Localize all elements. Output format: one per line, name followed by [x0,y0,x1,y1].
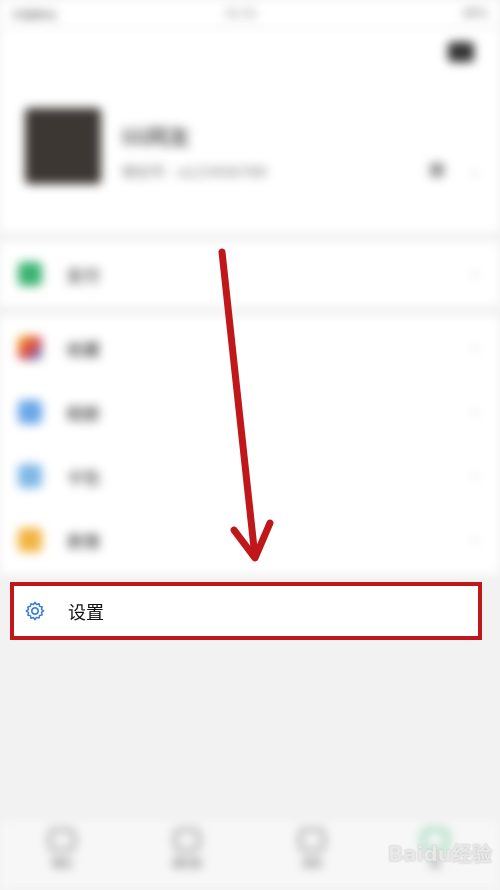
annotation-arrow [218,248,274,562]
watermark-logo: Baidu经验 [387,842,492,866]
